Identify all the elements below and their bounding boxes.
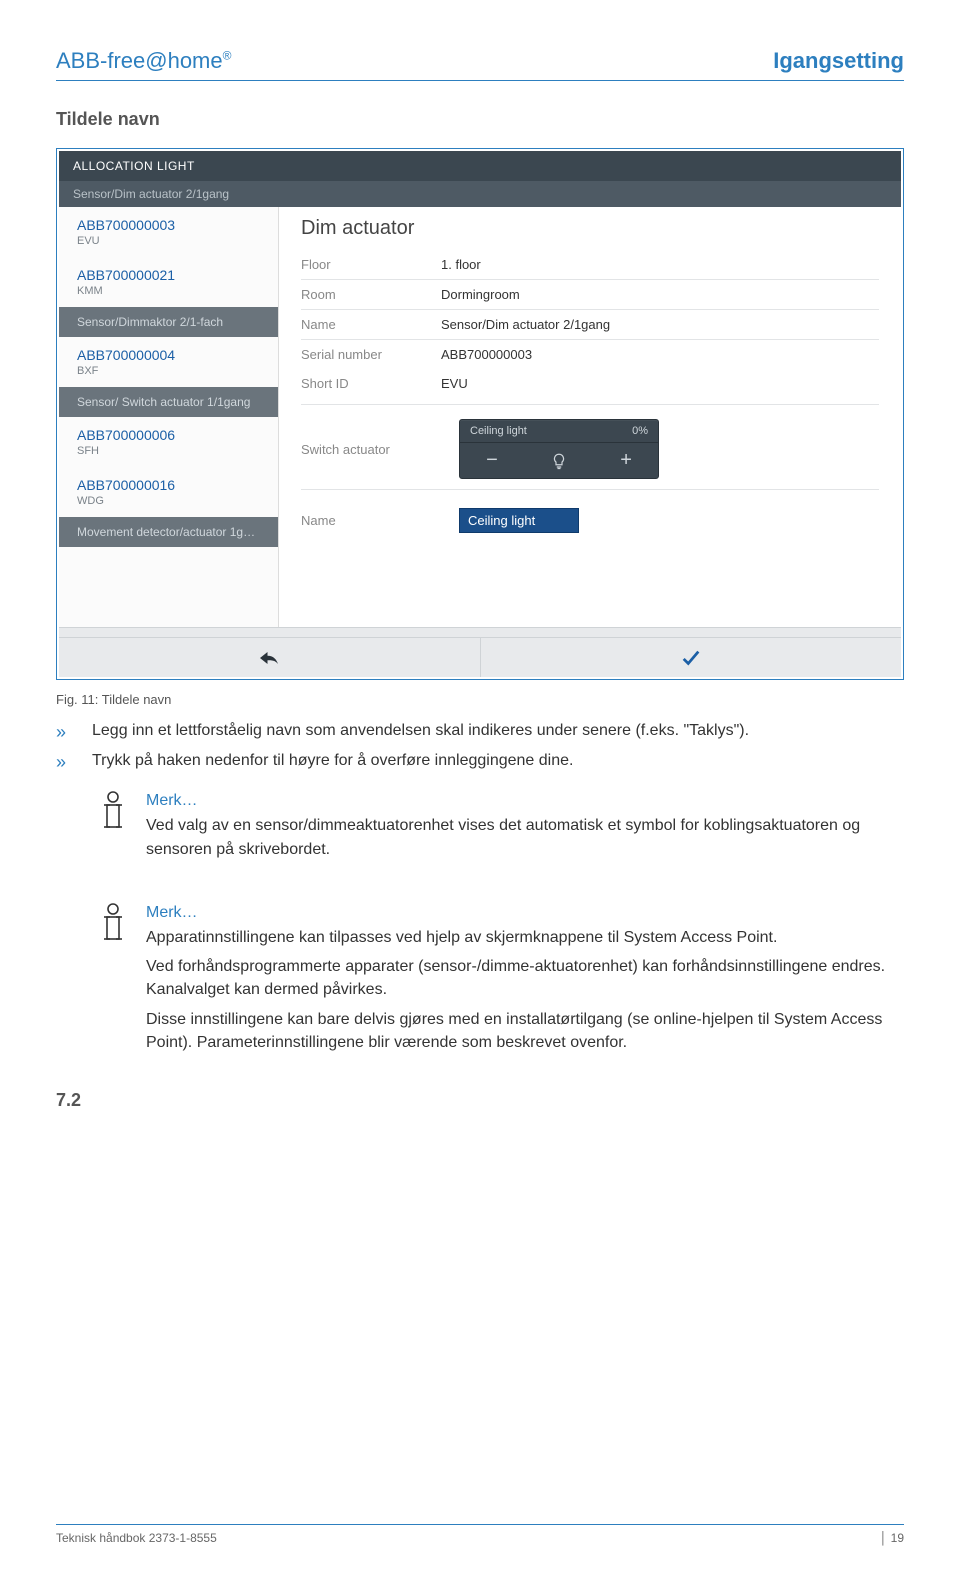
back-button[interactable] — [59, 638, 481, 677]
detail-label: Floor — [301, 257, 441, 272]
sidebar-item[interactable]: ABB700000016 WDG — [59, 467, 278, 517]
sidebar-category: Sensor/ Switch actuator 1/1gang — [59, 387, 278, 417]
detail-row-floor: Floor 1. floor — [301, 250, 879, 279]
device-short-id: BXF — [59, 365, 278, 387]
bullet-marker: » — [56, 749, 74, 775]
detail-row-shortid: Short ID EVU — [301, 369, 879, 398]
device-id: ABB700000006 — [59, 417, 278, 445]
instruction-bullet: » Trykk på haken nedenfor til høyre for … — [56, 749, 904, 775]
name-edit-row: Name Ceiling light — [301, 489, 879, 539]
footer-sep: │ — [880, 1531, 888, 1545]
dimmer-name: Ceiling light — [470, 425, 527, 437]
dimmer-percent: 0% — [632, 425, 648, 437]
device-title: Dim actuator — [301, 217, 879, 240]
footer-left: Teknisk håndbok 2373-1-8555 — [56, 1531, 217, 1545]
check-icon — [680, 647, 702, 669]
detail-value: Dormingroom — [441, 287, 520, 302]
device-short-id: WDG — [59, 495, 278, 517]
device-sidebar: ABB700000003 EVU ABB700000021 KMM Sensor… — [59, 207, 279, 627]
detail-value: EVU — [441, 376, 468, 391]
switch-actuator-row: Switch actuator Ceiling light 0% − + — [301, 404, 879, 489]
device-short-id: KMM — [59, 285, 278, 307]
section-title: Tildele navn — [56, 109, 904, 130]
device-id: ABB700000016 — [59, 467, 278, 495]
embedded-ui-screenshot: ALLOCATION LIGHT Sensor/Dim actuator 2/1… — [56, 148, 904, 680]
device-short-id: EVU — [59, 235, 278, 257]
bullet-text: Legg inn et lettforståelig navn som anve… — [92, 719, 749, 745]
device-id: ABB700000003 — [59, 207, 278, 235]
device-detail-panel: Dim actuator Floor 1. floor Room Dorming… — [279, 207, 901, 627]
detail-label: Short ID — [301, 376, 441, 391]
sidebar-item[interactable]: ABB700000003 EVU — [59, 207, 278, 257]
detail-label: Name — [301, 317, 441, 332]
page-header: ABB-free@home® Igangsetting — [56, 48, 904, 81]
header-left: ABB-free@home® — [56, 48, 231, 74]
section-number: 7.2 — [56, 1090, 904, 1111]
detail-row-name: Name Sensor/Dim actuator 2/1gang — [301, 309, 879, 339]
note-paragraph: Apparatinnstillingene kan tilpasses ved … — [146, 926, 904, 949]
detail-label: Room — [301, 287, 441, 302]
detail-label: Serial number — [301, 347, 441, 362]
detail-value: ABB700000003 — [441, 347, 532, 362]
confirm-button[interactable] — [481, 638, 902, 677]
bullet-text: Trykk på haken nedenfor til høyre for å … — [92, 749, 573, 775]
note-block: Merk… Ved valg av en sensor/dimmeaktuato… — [98, 789, 904, 861]
note-title: Merk… — [146, 789, 904, 812]
note-paragraph: Disse innstillingene kan bare delvis gjø… — [146, 1008, 904, 1054]
dimmer-widget[interactable]: Ceiling light 0% − + — [459, 419, 659, 479]
detail-value: Sensor/Dim actuator 2/1gang — [441, 317, 610, 332]
info-icon — [98, 901, 128, 1054]
sidebar-category: Sensor/Dimmaktor 2/1-fach — [59, 307, 278, 337]
allocation-header: ALLOCATION LIGHT — [59, 151, 901, 181]
info-icon — [98, 789, 128, 861]
footer-page: 19 — [891, 1531, 904, 1545]
name-input[interactable]: Ceiling light — [459, 508, 579, 533]
instruction-bullet: » Legg inn et lettforståelig navn som an… — [56, 719, 904, 745]
back-arrow-icon — [257, 649, 281, 667]
screenshot-footer — [59, 637, 901, 677]
name-label: Name — [301, 513, 441, 528]
note-paragraph: Ved valg av en sensor/dimmeaktuatorenhet… — [146, 814, 904, 860]
detail-row-serial: Serial number ABB700000003 — [301, 339, 879, 369]
device-id: ABB700000021 — [59, 257, 278, 285]
footer-right: │ 19 — [880, 1531, 904, 1545]
sidebar-item[interactable]: ABB700000004 BXF — [59, 337, 278, 387]
note-block: Merk… Apparatinnstillingene kan tilpasse… — [98, 901, 904, 1054]
list-strip — [59, 627, 901, 637]
detail-row-room: Room Dormingroom — [301, 279, 879, 309]
figure-caption: Fig. 11: Tildele navn — [56, 692, 904, 707]
note-paragraph: Ved forhåndsprogrammerte apparater (sens… — [146, 955, 904, 1001]
device-id: ABB700000004 — [59, 337, 278, 365]
note-title: Merk… — [146, 901, 904, 924]
plus-icon[interactable]: + — [620, 449, 632, 472]
page-footer: Teknisk håndbok 2373-1-8555 │ 19 — [56, 1524, 904, 1545]
switch-actuator-label: Switch actuator — [301, 442, 441, 457]
product-name: ABB-free@home — [56, 48, 223, 73]
header-right: Igangsetting — [773, 48, 904, 74]
minus-icon[interactable]: − — [486, 449, 498, 472]
sidebar-category: Movement detector/actuator 1g… — [59, 517, 278, 547]
sidebar-item[interactable]: ABB700000021 KMM — [59, 257, 278, 307]
bullet-marker: » — [56, 719, 74, 745]
allocation-subheader: Sensor/Dim actuator 2/1gang — [59, 181, 901, 207]
sidebar-item[interactable]: ABB700000006 SFH — [59, 417, 278, 467]
registered-mark: ® — [223, 49, 232, 63]
device-short-id: SFH — [59, 445, 278, 467]
detail-value: 1. floor — [441, 257, 481, 272]
bulb-icon — [550, 452, 568, 470]
